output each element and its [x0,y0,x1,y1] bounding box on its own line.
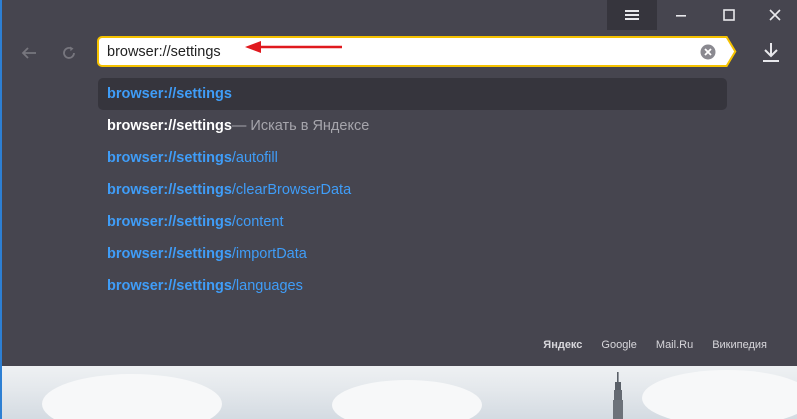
suggestion-bold: browser://settings [107,182,232,198]
suggestion-bold: browser://settings [107,278,232,294]
clear-input-icon[interactable] [700,44,716,60]
suggestions-list: browser://settings browser://settings — … [98,78,727,302]
cloud [332,380,482,419]
cloud [42,374,222,419]
close-icon [769,9,781,21]
maximize-button[interactable] [705,0,753,30]
suggestion-item[interactable]: browser://settings/importData [98,238,727,270]
suggestion-item[interactable]: browser://settings/autofill [98,142,727,174]
address-bar[interactable] [97,36,727,67]
close-window-button[interactable] [753,0,797,30]
back-arrow-icon [21,47,36,59]
background-image [2,366,797,419]
maximize-icon [723,9,735,21]
suggestion-item[interactable]: browser://settings [98,78,727,110]
suggestion-bold: browser://settings [107,214,232,230]
minimize-button[interactable] [657,0,705,30]
suggestion-item[interactable]: browser://settings/clearBrowserData [98,174,727,206]
tower-silhouette [613,372,623,419]
suggestion-item[interactable]: browser://settings/content [98,206,727,238]
engine-mailru[interactable]: Mail.Ru [656,339,693,351]
browser-menu-button[interactable] [607,0,657,30]
back-button[interactable] [16,40,42,66]
suggestion-bold: browser://settings [107,246,232,262]
hamburger-menu-icon [625,10,639,20]
suggestion-rest: — Искать в Яндексе [231,118,370,134]
suggestion-bold: browser://settings [107,118,232,134]
suggestion-item[interactable]: browser://settings/languages [98,270,727,302]
suggestion-rest: /clearBrowserData [231,182,352,198]
annotation-arrow [245,41,342,53]
cloud [642,370,797,419]
suggestion-bold: browser://settings [107,86,232,102]
suggestion-rest: /autofill [231,150,278,166]
search-engines-bar: Яндекс Google Mail.Ru Википедия [543,339,767,351]
window-edge [0,0,2,419]
engine-google[interactable]: Google [601,339,636,351]
reload-button[interactable] [56,40,82,66]
suggestion-bold: browser://settings [107,150,232,166]
engine-wikipedia[interactable]: Википедия [712,339,767,351]
suggestion-rest: /importData [231,246,307,262]
address-bar-tip [725,36,737,67]
suggestion-rest: /languages [231,278,303,294]
suggestion-rest: /content [231,214,284,230]
minimize-icon [676,15,686,17]
suggestion-item-search[interactable]: browser://settings — Искать в Яндексе [98,110,727,142]
window-controls [607,0,797,30]
engine-yandex[interactable]: Яндекс [543,339,582,351]
reload-icon [63,46,75,59]
download-icon[interactable] [760,40,782,64]
